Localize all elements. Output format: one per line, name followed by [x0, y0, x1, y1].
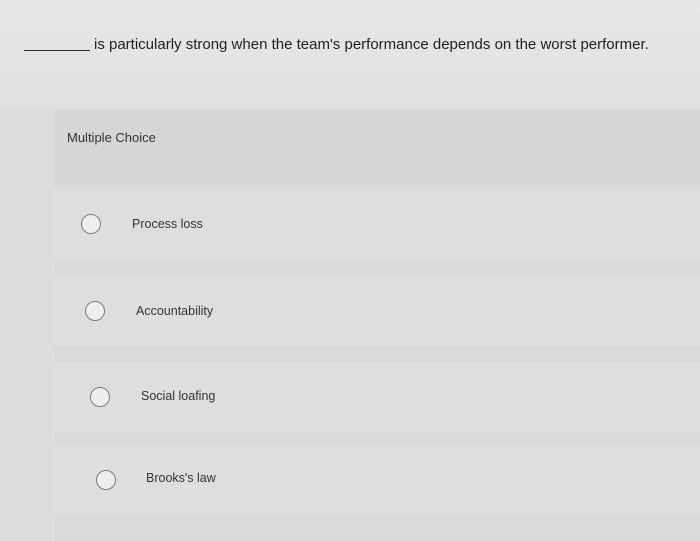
- panel-header: Multiple Choice: [55, 110, 700, 186]
- radio-button[interactable]: [90, 387, 110, 407]
- question-text: is particularly strong when the team's p…: [24, 36, 649, 53]
- option-label: Accountability: [136, 304, 214, 318]
- radio-button[interactable]: [85, 301, 105, 321]
- option-process-loss[interactable]: Process loss: [55, 190, 700, 260]
- question-blank: [24, 50, 90, 51]
- radio-button[interactable]: [81, 214, 101, 234]
- option-label: Brooks's law: [146, 471, 216, 485]
- option-brooks-law[interactable]: Brooks's law: [55, 445, 700, 515]
- radio-button[interactable]: [96, 470, 116, 490]
- question-body: is particularly strong when the team's p…: [94, 36, 649, 53]
- option-accountability[interactable]: Accountability: [55, 276, 700, 346]
- option-label: Social loafing: [141, 389, 216, 403]
- question-type-label: Multiple Choice: [67, 130, 156, 145]
- option-label: Process loss: [132, 217, 203, 231]
- question-bar: is particularly strong when the team's p…: [0, 0, 700, 108]
- option-social-loafing[interactable]: Social loafing: [55, 362, 700, 432]
- answer-panel: Multiple Choice Process loss Accountabil…: [55, 110, 700, 541]
